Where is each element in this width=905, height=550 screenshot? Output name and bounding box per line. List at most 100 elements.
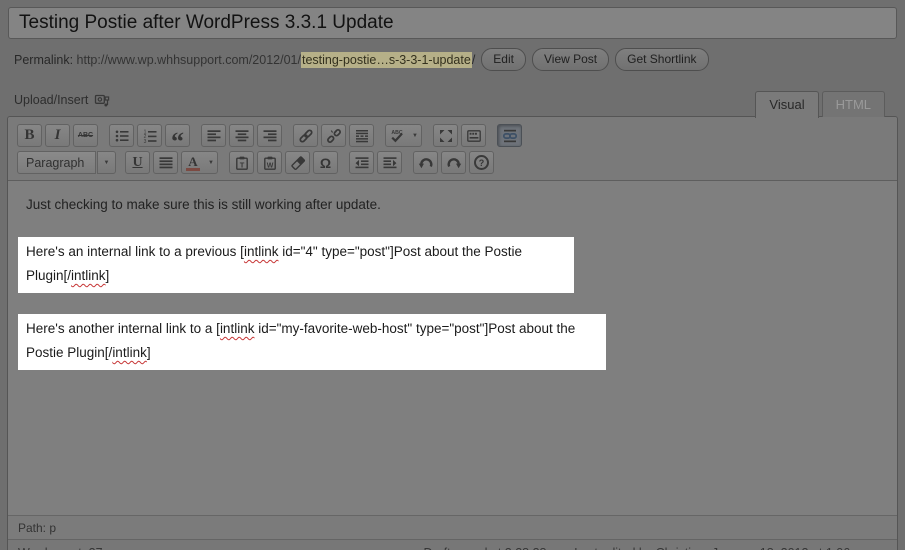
toolbar-button-bold[interactable]: B	[17, 124, 42, 147]
get-shortlink-button[interactable]: Get Shortlink	[615, 48, 708, 71]
word-count-label: Word count:	[18, 546, 85, 550]
indent-icon	[382, 155, 398, 171]
toolbar-button-undo[interactable]	[413, 151, 438, 174]
post-edit-screen: Permalink: http://www.wp.whhsupport.com/…	[0, 0, 905, 550]
tab-visual[interactable]: Visual	[755, 91, 818, 118]
word-count-value: 37	[89, 546, 103, 550]
misspelled-word: intlink	[244, 244, 279, 259]
underline-icon: U	[130, 155, 146, 171]
misspelled-word: intlink	[112, 345, 147, 360]
toolbar-button-special-char[interactable]: Ω	[313, 151, 338, 174]
paragraph-text: Here's an internal link to a previous [	[26, 244, 244, 259]
toolbar-button-text-color[interactable]: A▼	[181, 151, 218, 174]
paste-text-icon: T	[234, 155, 250, 171]
toolbar-button-spellcheck[interactable]: ABC▼	[385, 124, 422, 147]
permalink-slash: /	[472, 53, 475, 67]
permalink-label: Permalink:	[14, 53, 73, 67]
svg-text:W: W	[266, 162, 273, 169]
toolbar-button-align-right[interactable]	[257, 124, 282, 147]
upload-insert-label: Upload/Insert	[14, 93, 88, 107]
permalink-url: http://www.wp.whhsupport.com/2012/01/	[77, 53, 301, 67]
toolbar-button-numbered-list[interactable]: 123	[137, 124, 162, 147]
toolbar-button-paste-text[interactable]: T	[229, 151, 254, 174]
editor-container: Visual HTML BIABC123“ABC▼ Paragraph ▼ UA…	[7, 116, 898, 550]
toolbar-row-1: BI ABC 123 “ ABC▼	[17, 122, 888, 149]
toolbar-button-blockquote[interactable]: “	[165, 124, 190, 147]
numbered-list-icon: 123	[142, 128, 158, 144]
paragraph-format-label: Paragraph	[17, 151, 96, 174]
path-bar: Path: p	[8, 515, 897, 539]
blockquote-icon: “	[170, 128, 186, 144]
more-tag-icon	[354, 128, 370, 144]
toolbar-button-outdent[interactable]	[349, 151, 374, 174]
editor-toolbar: BIABC123“ABC▼ Paragraph ▼ UA▼TWΩ?	[8, 117, 897, 181]
toolbar-button-redo[interactable]	[441, 151, 466, 174]
editor-content[interactable]: Just checking to make sure this is still…	[8, 181, 897, 515]
bullet-list-icon	[114, 128, 130, 144]
chevron-down-icon[interactable]: ▼	[97, 151, 116, 174]
toolbar-button-paste-word[interactable]: W	[257, 151, 282, 174]
paragraph-text: ]	[106, 268, 110, 283]
path-value: p	[49, 521, 56, 535]
chevron-down-icon: ▼	[412, 133, 418, 139]
paragraph-text: Just checking to make sure this is still…	[26, 197, 381, 212]
edit-permalink-button[interactable]: Edit	[481, 48, 526, 71]
paste-word-icon: W	[262, 155, 278, 171]
editor-paragraph-highlighted[interactable]: Here's an internal link to a previous [i…	[18, 237, 574, 293]
paragraph-text: ]	[147, 345, 151, 360]
toolbar-button-bullet-list[interactable]	[109, 124, 134, 147]
remove-format-icon	[290, 155, 306, 171]
undo-icon	[418, 155, 434, 171]
redo-icon	[446, 155, 462, 171]
toolbar-button-help[interactable]: ?	[469, 151, 494, 174]
toolbar-button-remove-format[interactable]	[285, 151, 310, 174]
toolbar-button-italic[interactable]: I	[45, 124, 70, 147]
paragraph-format-select[interactable]: Paragraph ▼	[17, 151, 116, 174]
outdent-icon	[354, 155, 370, 171]
internal-link-icon	[502, 128, 518, 144]
editor-paragraph[interactable]: Just checking to make sure this is still…	[18, 193, 887, 217]
path-label: Path:	[18, 521, 46, 535]
permalink-slug[interactable]: testing-postie…s-3-3-1-update	[301, 52, 472, 68]
kitchen-sink-icon	[466, 128, 482, 144]
toolbar-button-justify[interactable]	[153, 151, 178, 174]
autosave-status: Draft saved at 2:28:38 pm. Last edited b…	[424, 546, 872, 550]
chevron-down-icon: ▼	[208, 160, 214, 166]
permalink-row: Permalink: http://www.wp.whhsupport.com/…	[14, 48, 897, 71]
unlink-icon	[326, 128, 342, 144]
post-title-input[interactable]	[8, 7, 897, 39]
toolbar-button-more-tag[interactable]	[349, 124, 374, 147]
view-post-button[interactable]: View Post	[532, 48, 609, 71]
italic-icon: I	[50, 128, 66, 144]
align-center-icon	[234, 128, 250, 144]
help-icon: ?	[474, 155, 490, 171]
toolbar-button-align-center[interactable]	[229, 124, 254, 147]
toolbar-button-fullscreen[interactable]	[433, 124, 458, 147]
word-count: Word count: 37	[18, 546, 103, 550]
toolbar-button-align-left[interactable]	[201, 124, 226, 147]
special-char-icon: Ω	[318, 155, 334, 171]
svg-text:T: T	[239, 160, 244, 169]
toolbar-button-link[interactable]	[293, 124, 318, 147]
title-section	[0, 0, 905, 39]
toolbar-button-strikethrough[interactable]: ABC	[73, 124, 98, 147]
paragraph-text: Here's another internal link to a [	[26, 321, 220, 336]
toolbar-button-kitchen-sink[interactable]	[461, 124, 486, 147]
text-color-icon: A	[185, 155, 201, 171]
editor-mode-tabs: Visual HTML	[755, 91, 885, 118]
toolbar-button-unlink[interactable]	[321, 124, 346, 147]
toolbar-row-2: Paragraph ▼ UA▼TWΩ?	[17, 149, 888, 176]
editor-paragraph-highlighted[interactable]: Here's another internal link to a [intli…	[18, 314, 606, 370]
toolbar-button-underline[interactable]: U	[125, 151, 150, 174]
justify-icon	[158, 155, 174, 171]
bold-icon: B	[22, 128, 38, 144]
add-media-icon[interactable]	[94, 92, 110, 108]
svg-text:3: 3	[143, 139, 146, 144]
toolbar-button-indent[interactable]	[377, 151, 402, 174]
link-icon	[298, 128, 314, 144]
align-left-icon	[206, 128, 222, 144]
tab-html[interactable]: HTML	[822, 91, 885, 117]
toolbar-button-internal-link[interactable]	[497, 124, 522, 147]
misspelled-word: intlink	[71, 268, 106, 283]
misspelled-word: intlink	[220, 321, 255, 336]
